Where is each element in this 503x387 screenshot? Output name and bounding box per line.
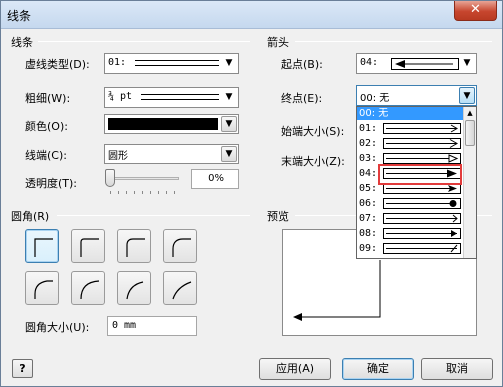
dropdown-item[interactable]: 09:	[357, 242, 463, 255]
corner-arc-wide-icon	[172, 281, 192, 300]
arrow-style-09-icon	[383, 243, 461, 254]
weight-label: 粗细(W):	[25, 92, 71, 105]
corner-style-04[interactable]	[25, 271, 59, 305]
arrow-style-01-icon	[383, 123, 461, 134]
corner-style-05[interactable]	[71, 271, 105, 305]
window-title: 线条	[7, 9, 32, 23]
dropdown-item[interactable]: 00: 无	[357, 107, 463, 120]
line-section-title: 线条	[11, 36, 33, 49]
end-arrow-combo[interactable]: 00: 无 ▼	[356, 85, 477, 106]
annotation-highlight-box	[378, 164, 462, 185]
transparency-label: 透明度(T):	[25, 177, 78, 190]
scroll-up-icon[interactable]: ▲	[465, 108, 475, 118]
tick	[166, 191, 167, 194]
color-label: 颜色(O):	[25, 120, 68, 133]
cap-value: 圆形	[108, 151, 128, 162]
dropdown-scrollbar[interactable]: ▲	[463, 107, 476, 258]
corner-round-xl-icon	[34, 280, 53, 299]
divider	[38, 41, 250, 42]
corner-style-06[interactable]	[117, 271, 151, 305]
help-icon[interactable]: ?	[12, 359, 33, 378]
arrow-section-title: 箭头	[267, 36, 289, 49]
end-arrow-label: 终点(E):	[281, 92, 323, 105]
chevron-down-icon[interactable]: ▼	[221, 116, 237, 132]
apply-button[interactable]: 应用(A)	[259, 358, 331, 380]
weight-value: ¾ pt	[108, 91, 133, 102]
end-arrow-value: 00: 无	[360, 93, 390, 104]
preview-section-title: 预览	[267, 210, 289, 223]
arrow-style-03-icon	[383, 153, 461, 164]
rounding-size-input[interactable]: 0 mm	[107, 316, 197, 336]
weight-combo[interactable]: ¾ pt ▼	[104, 87, 239, 108]
corner-style-01[interactable]	[71, 229, 105, 263]
close-button[interactable]: ✕	[454, 1, 497, 21]
begin-arrow-label: 起点(B):	[281, 58, 323, 71]
divider	[57, 215, 250, 216]
dash-type-value: 01:	[108, 57, 127, 68]
dash-sample	[135, 60, 219, 66]
tick	[118, 191, 119, 194]
corner-style-02[interactable]	[117, 229, 151, 263]
corner-style-07[interactable]	[163, 271, 197, 305]
ok-button[interactable]: 确定	[342, 358, 414, 380]
dropdown-item[interactable]: 02:	[357, 137, 463, 150]
dash-type-label: 虚线类型(D):	[25, 58, 90, 71]
cancel-button[interactable]: 取消	[421, 358, 493, 380]
cap-label: 线端(C):	[25, 149, 67, 162]
color-swatch	[108, 118, 218, 130]
arrow-style-02-icon	[383, 138, 461, 149]
dropdown-item[interactable]: 08:	[357, 227, 463, 240]
begin-arrow-combo[interactable]: 04: ▼	[356, 53, 477, 74]
arrow-style-06-icon	[383, 198, 461, 209]
corner-round-medium-icon	[126, 238, 145, 257]
chevron-down-icon[interactable]: ▼	[221, 89, 237, 106]
transparency-slider-thumb[interactable]	[105, 169, 115, 187]
tick	[134, 191, 135, 194]
begin-size-label: 始端大小(S):	[281, 125, 345, 138]
dash-type-combo[interactable]: 01: ▼	[104, 53, 239, 74]
divider	[295, 41, 492, 42]
title-bar: 线条 ✕	[1, 1, 502, 29]
end-size-label: 末端大小(Z):	[281, 155, 345, 168]
chevron-down-icon[interactable]: ▼	[459, 55, 475, 72]
chevron-down-icon[interactable]: ▼	[221, 146, 237, 162]
arrow-style-08-icon	[383, 228, 461, 239]
tick	[142, 191, 143, 194]
corner-sharp-icon	[34, 238, 53, 257]
transparency-slider-track[interactable]	[107, 177, 179, 180]
rounding-size-label: 圆角大小(U):	[25, 321, 90, 334]
corner-round-xxl-icon	[80, 280, 100, 300]
dropdown-item[interactable]: 06:	[357, 197, 463, 210]
corner-arc-icon	[126, 281, 144, 300]
tick	[174, 191, 175, 194]
dropdown-item[interactable]: 01:	[357, 122, 463, 135]
transparency-input[interactable]: 0%	[191, 169, 239, 189]
cap-combo[interactable]: 圆形 ▼	[104, 144, 239, 164]
scroll-thumb[interactable]	[465, 120, 475, 146]
chevron-down-icon[interactable]: ▼	[221, 55, 237, 72]
tick	[150, 191, 151, 194]
weight-sample	[141, 94, 219, 100]
tick	[158, 191, 159, 194]
begin-arrow-value: 04:	[360, 57, 379, 68]
line-dialog: 线条 ✕ 线条 虚线类型(D): 01: ▼ 粗细(W): ¾ pt ▼ 颜色(…	[0, 0, 503, 387]
corner-style-00[interactable]	[25, 229, 59, 263]
tick	[126, 191, 127, 194]
color-combo[interactable]: ▼	[104, 114, 239, 134]
corner-round-large-icon	[172, 238, 191, 257]
corner-style-03[interactable]	[163, 229, 197, 263]
dropdown-item[interactable]: 07:	[357, 212, 463, 225]
chevron-down-icon[interactable]: ▼	[459, 87, 475, 104]
tick	[110, 191, 111, 194]
arrow-style-07-icon	[383, 213, 461, 224]
corner-round-small-icon	[80, 238, 99, 257]
arrow-left-icon	[391, 58, 459, 70]
rounding-section-title: 圆角(R)	[11, 210, 50, 223]
